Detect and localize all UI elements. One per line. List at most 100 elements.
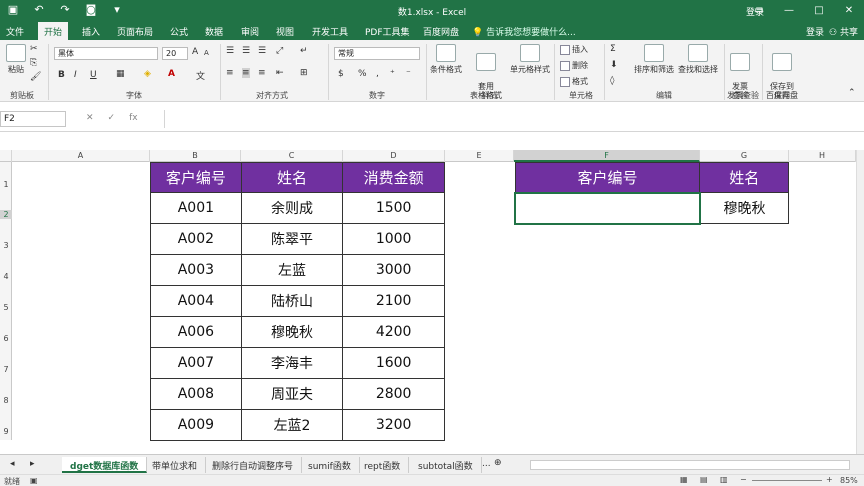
- cell[interactable]: A001: [150, 192, 242, 224]
- format-cells-button[interactable]: 格式: [560, 76, 588, 87]
- merge-center-icon[interactable]: ⊞: [300, 68, 308, 78]
- paste-button[interactable]: 粘贴: [6, 44, 26, 75]
- formula-input[interactable]: [164, 110, 864, 128]
- column-header[interactable]: D: [343, 150, 445, 162]
- add-sheet-icon[interactable]: ⊕: [494, 458, 502, 468]
- zoom-out-icon[interactable]: −: [740, 475, 747, 484]
- clear-icon[interactable]: ◊: [610, 76, 614, 86]
- cell[interactable]: 2800: [342, 378, 445, 410]
- align-bottom-icon[interactable]: ☰: [258, 46, 266, 56]
- share-button[interactable]: ⚇ 共享: [829, 25, 858, 38]
- tab-developer[interactable]: 开发工具: [312, 25, 348, 38]
- cell[interactable]: 左蓝2: [240, 409, 344, 441]
- indent-icon[interactable]: ⇤: [276, 68, 284, 78]
- normal-view-icon[interactable]: ▦: [680, 475, 688, 484]
- align-center-icon[interactable]: ≡: [242, 68, 250, 78]
- align-right-icon[interactable]: ≡: [258, 68, 266, 78]
- align-middle-icon[interactable]: ☰: [242, 46, 250, 56]
- cancel-icon[interactable]: ✕: [86, 113, 94, 123]
- tab-home[interactable]: 开始: [38, 22, 69, 40]
- cell[interactable]: A006: [150, 316, 242, 348]
- column-header[interactable]: H: [789, 150, 856, 162]
- copy-icon[interactable]: ⎘: [30, 58, 37, 68]
- tab-baidu-netdisk[interactable]: 百度网盘: [423, 25, 459, 38]
- cell[interactable]: 3200: [342, 409, 445, 441]
- fill-icon[interactable]: ⬇: [610, 60, 618, 70]
- find-select-button[interactable]: 查找和选择: [678, 44, 718, 75]
- close-button[interactable]: ✕: [834, 0, 864, 22]
- row-header[interactable]: 5: [0, 303, 12, 312]
- cell[interactable]: 陆桥山: [240, 285, 344, 317]
- sheet-tab-rept[interactable]: rept函数: [356, 457, 410, 473]
- header-cell[interactable]: 姓名: [240, 162, 344, 193]
- font-name-combo[interactable]: 黑体: [54, 47, 158, 60]
- phonetic-icon[interactable]: 文: [196, 69, 205, 82]
- enter-icon[interactable]: ✓: [108, 113, 116, 123]
- select-all-corner[interactable]: [0, 150, 12, 162]
- delete-cells-button[interactable]: 删除: [560, 60, 588, 71]
- cell[interactable]: 1500: [342, 192, 445, 224]
- cell[interactable]: 周亚夫: [240, 378, 344, 410]
- account-label[interactable]: 登录: [806, 25, 824, 38]
- cell[interactable]: 穆晚秋: [240, 316, 344, 348]
- cell-styles-button[interactable]: 单元格样式: [510, 44, 550, 75]
- column-header[interactable]: C: [241, 150, 343, 162]
- row-header[interactable]: 1: [0, 180, 12, 189]
- cell[interactable]: 余则成: [240, 192, 344, 224]
- zoom-slider[interactable]: [752, 480, 822, 481]
- collapse-ribbon-icon[interactable]: ⌃: [848, 88, 856, 98]
- row-header[interactable]: 6: [0, 334, 12, 343]
- fill-color-icon[interactable]: ◈: [144, 69, 151, 79]
- cell[interactable]: A007: [150, 347, 242, 379]
- cell[interactable]: 左蓝: [240, 254, 344, 286]
- decrease-decimal-icon[interactable]: ⁻: [406, 69, 411, 79]
- tab-page-layout[interactable]: 页面布局: [117, 25, 153, 38]
- row-header[interactable]: 4: [0, 272, 12, 281]
- border-icon[interactable]: ▦: [116, 69, 125, 79]
- ribbon-display-icon[interactable]: ▭: [744, 0, 774, 22]
- vertical-scrollbar[interactable]: [856, 150, 864, 454]
- number-format-combo[interactable]: 常规: [334, 47, 420, 60]
- orientation-icon[interactable]: ⤢: [276, 46, 283, 56]
- zoom-level[interactable]: 85%: [840, 476, 858, 485]
- cell[interactable]: 穆晚秋: [699, 192, 789, 224]
- tab-file[interactable]: 文件: [6, 25, 24, 38]
- column-header[interactable]: A: [12, 150, 150, 162]
- column-header[interactable]: G: [700, 150, 789, 162]
- cell[interactable]: 李海丰: [240, 347, 344, 379]
- tab-review[interactable]: 审阅: [241, 25, 259, 38]
- cell[interactable]: A003: [150, 254, 242, 286]
- scroll-left-icon[interactable]: ◂: [10, 459, 15, 469]
- sheet-tab-dget[interactable]: dget数据库函数: [62, 457, 148, 473]
- column-header-selected[interactable]: F: [514, 150, 700, 162]
- cell[interactable]: A008: [150, 378, 242, 410]
- sheet-tab-unit-sum[interactable]: 带单位求和: [144, 457, 207, 473]
- column-header[interactable]: E: [445, 150, 514, 162]
- cell[interactable]: 1000: [342, 223, 445, 255]
- grow-font-icon[interactable]: A: [192, 47, 198, 57]
- row-header[interactable]: 8: [0, 396, 12, 405]
- tab-formulas[interactable]: 公式: [170, 25, 188, 38]
- tell-me-box[interactable]: 💡 告诉我您想要做什么...: [472, 25, 576, 38]
- row-header[interactable]: 9: [0, 427, 12, 436]
- cell[interactable]: A002: [150, 223, 242, 255]
- tab-insert[interactable]: 插入: [82, 25, 100, 38]
- minimize-button[interactable]: —: [774, 0, 804, 22]
- active-cell-f2[interactable]: [514, 191, 701, 225]
- row-header-selected[interactable]: 2: [0, 210, 12, 219]
- font-size-combo[interactable]: 20: [162, 47, 188, 60]
- cell[interactable]: 3000: [342, 254, 445, 286]
- align-left-icon[interactable]: ≡: [226, 68, 234, 78]
- bold-button[interactable]: B: [58, 70, 65, 80]
- sheet-tab-delete-row[interactable]: 删除行自动调整序号: [204, 457, 303, 473]
- page-layout-view-icon[interactable]: ▤: [700, 475, 708, 484]
- cell[interactable]: 1600: [342, 347, 445, 379]
- column-header[interactable]: B: [150, 150, 241, 162]
- header-cell[interactable]: 客户编号: [514, 162, 701, 193]
- page-break-view-icon[interactable]: ▥: [720, 475, 728, 484]
- worksheet-grid[interactable]: 客户编号 姓名 消费金额 A001 余则成 1500 A002 陈翠平 1000…: [12, 162, 856, 441]
- shrink-font-icon[interactable]: A: [204, 49, 209, 57]
- header-cell[interactable]: 客户编号: [150, 162, 242, 193]
- cell[interactable]: 陈翠平: [240, 223, 344, 255]
- cell[interactable]: 2100: [342, 285, 445, 317]
